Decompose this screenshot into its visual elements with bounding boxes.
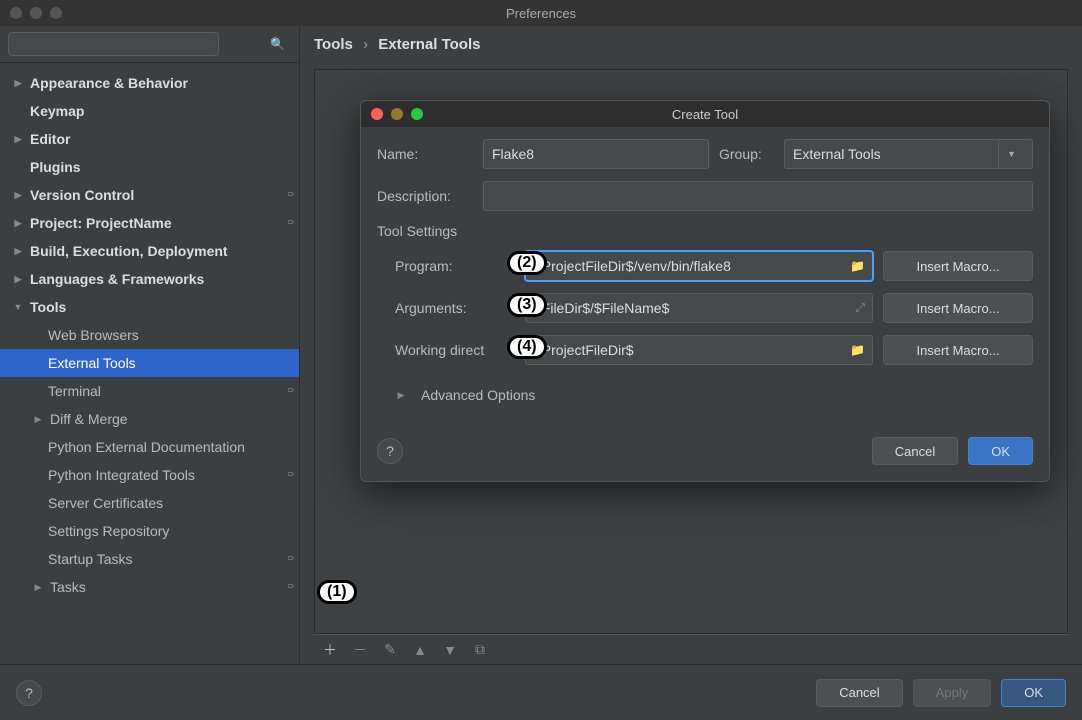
project-scope-icon: ▫ xyxy=(279,466,299,484)
tree-python-int-tools[interactable]: Python Integrated Tools▫ xyxy=(0,461,299,489)
minimize-window-icon[interactable] xyxy=(30,7,42,19)
breadcrumb-leaf: External Tools xyxy=(378,36,480,53)
add-icon[interactable]: ＋ xyxy=(322,640,338,660)
window-title: Preferences xyxy=(506,6,576,21)
tree-project[interactable]: ▶Project: ProjectName▫ xyxy=(0,209,299,237)
chevron-right-icon: ▶ xyxy=(395,390,407,401)
search-icon: 🔍 xyxy=(270,37,285,51)
name-label: Name: xyxy=(377,146,473,162)
callout-1: (1) xyxy=(317,580,357,604)
callout-2: (2) xyxy=(507,251,547,275)
apply-button[interactable]: Apply xyxy=(913,679,992,707)
breadcrumb-separator: › xyxy=(357,36,374,53)
copy-icon[interactable]: ⧉ xyxy=(472,641,488,658)
description-label: Description: xyxy=(377,188,473,204)
edit-icon[interactable]: ✎ xyxy=(382,641,398,658)
workdir-field[interactable] xyxy=(525,335,873,365)
tree-build[interactable]: ▶Build, Execution, Deployment xyxy=(0,237,299,265)
preferences-sidebar: 🔍 ▶Appearance & Behavior Keymap ▶Editor … xyxy=(0,26,300,664)
tree-python-ext-doc[interactable]: Python External Documentation xyxy=(0,433,299,461)
move-down-icon[interactable]: ▼ xyxy=(442,642,458,658)
tree-plugins[interactable]: Plugins xyxy=(0,153,299,181)
tree-settings-repo[interactable]: Settings Repository xyxy=(0,517,299,545)
tree-appearance[interactable]: ▶Appearance & Behavior xyxy=(0,69,299,97)
dialog-help-button[interactable]: ? xyxy=(377,438,403,464)
tree-keymap[interactable]: Keymap xyxy=(0,97,299,125)
tree-external-tools[interactable]: External Tools xyxy=(0,349,299,377)
advanced-options-toggle[interactable]: ▶ Advanced Options xyxy=(395,387,1033,403)
tree-diff-merge[interactable]: ▶Diff & Merge xyxy=(0,405,299,433)
project-scope-icon: ▫ xyxy=(279,550,299,568)
create-tool-dialog: Create Tool Name: Group: External Tools … xyxy=(360,100,1050,482)
callout-3: (3) xyxy=(507,293,547,317)
arguments-field[interactable] xyxy=(525,293,873,323)
tree-startup-tasks[interactable]: Startup Tasks▫ xyxy=(0,545,299,573)
tree-server-cert[interactable]: Server Certificates xyxy=(0,489,299,517)
settings-tree: ▶Appearance & Behavior Keymap ▶Editor Pl… xyxy=(0,63,299,664)
tree-web-browsers[interactable]: Web Browsers xyxy=(0,321,299,349)
ok-button[interactable]: OK xyxy=(1001,679,1066,707)
dialog-cancel-button[interactable]: Cancel xyxy=(872,437,958,465)
dialog-ok-button[interactable]: OK xyxy=(968,437,1033,465)
program-field[interactable] xyxy=(525,251,873,281)
group-label: Group: xyxy=(719,146,774,162)
project-scope-icon: ▫ xyxy=(279,382,299,400)
project-scope-icon: ▫ xyxy=(279,578,299,596)
search-input[interactable] xyxy=(8,32,219,56)
list-toolbar: ＋ － ✎ ▲ ▼ ⧉ xyxy=(314,634,1068,664)
titlebar: Preferences xyxy=(0,0,1082,26)
move-up-icon[interactable]: ▲ xyxy=(412,642,428,658)
program-label: Program: xyxy=(395,258,515,274)
expand-icon[interactable]: ⤢ xyxy=(855,301,865,316)
description-field[interactable] xyxy=(483,181,1033,211)
close-window-icon[interactable] xyxy=(10,7,22,19)
tree-tasks[interactable]: ▶Tasks▫ xyxy=(0,573,299,601)
name-field[interactable] xyxy=(483,139,709,169)
workdir-label: Working direct xyxy=(395,342,515,358)
dialog-window-controls[interactable] xyxy=(361,108,423,120)
insert-macro-arguments-button[interactable]: Insert Macro... xyxy=(883,293,1033,323)
tree-languages[interactable]: ▶Languages & Frameworks xyxy=(0,265,299,293)
advanced-options-label: Advanced Options xyxy=(421,387,535,403)
group-value: External Tools xyxy=(793,146,881,162)
folder-icon[interactable]: 📁 xyxy=(850,343,865,357)
dialog-footer: ? Cancel Apply OK xyxy=(0,664,1082,720)
tree-editor[interactable]: ▶Editor xyxy=(0,125,299,153)
tool-settings-header: Tool Settings xyxy=(377,223,1033,239)
tree-version-control[interactable]: ▶Version Control▫ xyxy=(0,181,299,209)
group-select[interactable]: External Tools ▼ xyxy=(784,139,1033,169)
breadcrumb: Tools › External Tools xyxy=(300,26,1082,63)
dialog-titlebar: Create Tool xyxy=(361,101,1049,127)
project-scope-icon: ▫ xyxy=(279,214,299,232)
breadcrumb-root[interactable]: Tools xyxy=(314,36,353,53)
folder-icon[interactable]: 📁 xyxy=(850,259,865,273)
window-controls[interactable] xyxy=(0,7,62,19)
tree-tools[interactable]: ▼Tools xyxy=(0,293,299,321)
close-icon[interactable] xyxy=(371,108,383,120)
remove-icon[interactable]: － xyxy=(352,640,368,660)
insert-macro-program-button[interactable]: Insert Macro... xyxy=(883,251,1033,281)
dialog-title: Create Tool xyxy=(672,107,738,122)
insert-macro-workdir-button[interactable]: Insert Macro... xyxy=(883,335,1033,365)
cancel-button[interactable]: Cancel xyxy=(816,679,902,707)
chevron-down-icon: ▼ xyxy=(998,140,1024,168)
callout-4: (4) xyxy=(507,335,547,359)
arguments-label: Arguments: xyxy=(395,300,515,316)
tree-terminal[interactable]: Terminal▫ xyxy=(0,377,299,405)
help-button[interactable]: ? xyxy=(16,680,42,706)
project-scope-icon: ▫ xyxy=(279,186,299,204)
zoom-window-icon[interactable] xyxy=(50,7,62,19)
zoom-icon[interactable] xyxy=(411,108,423,120)
minimize-icon[interactable] xyxy=(391,108,403,120)
